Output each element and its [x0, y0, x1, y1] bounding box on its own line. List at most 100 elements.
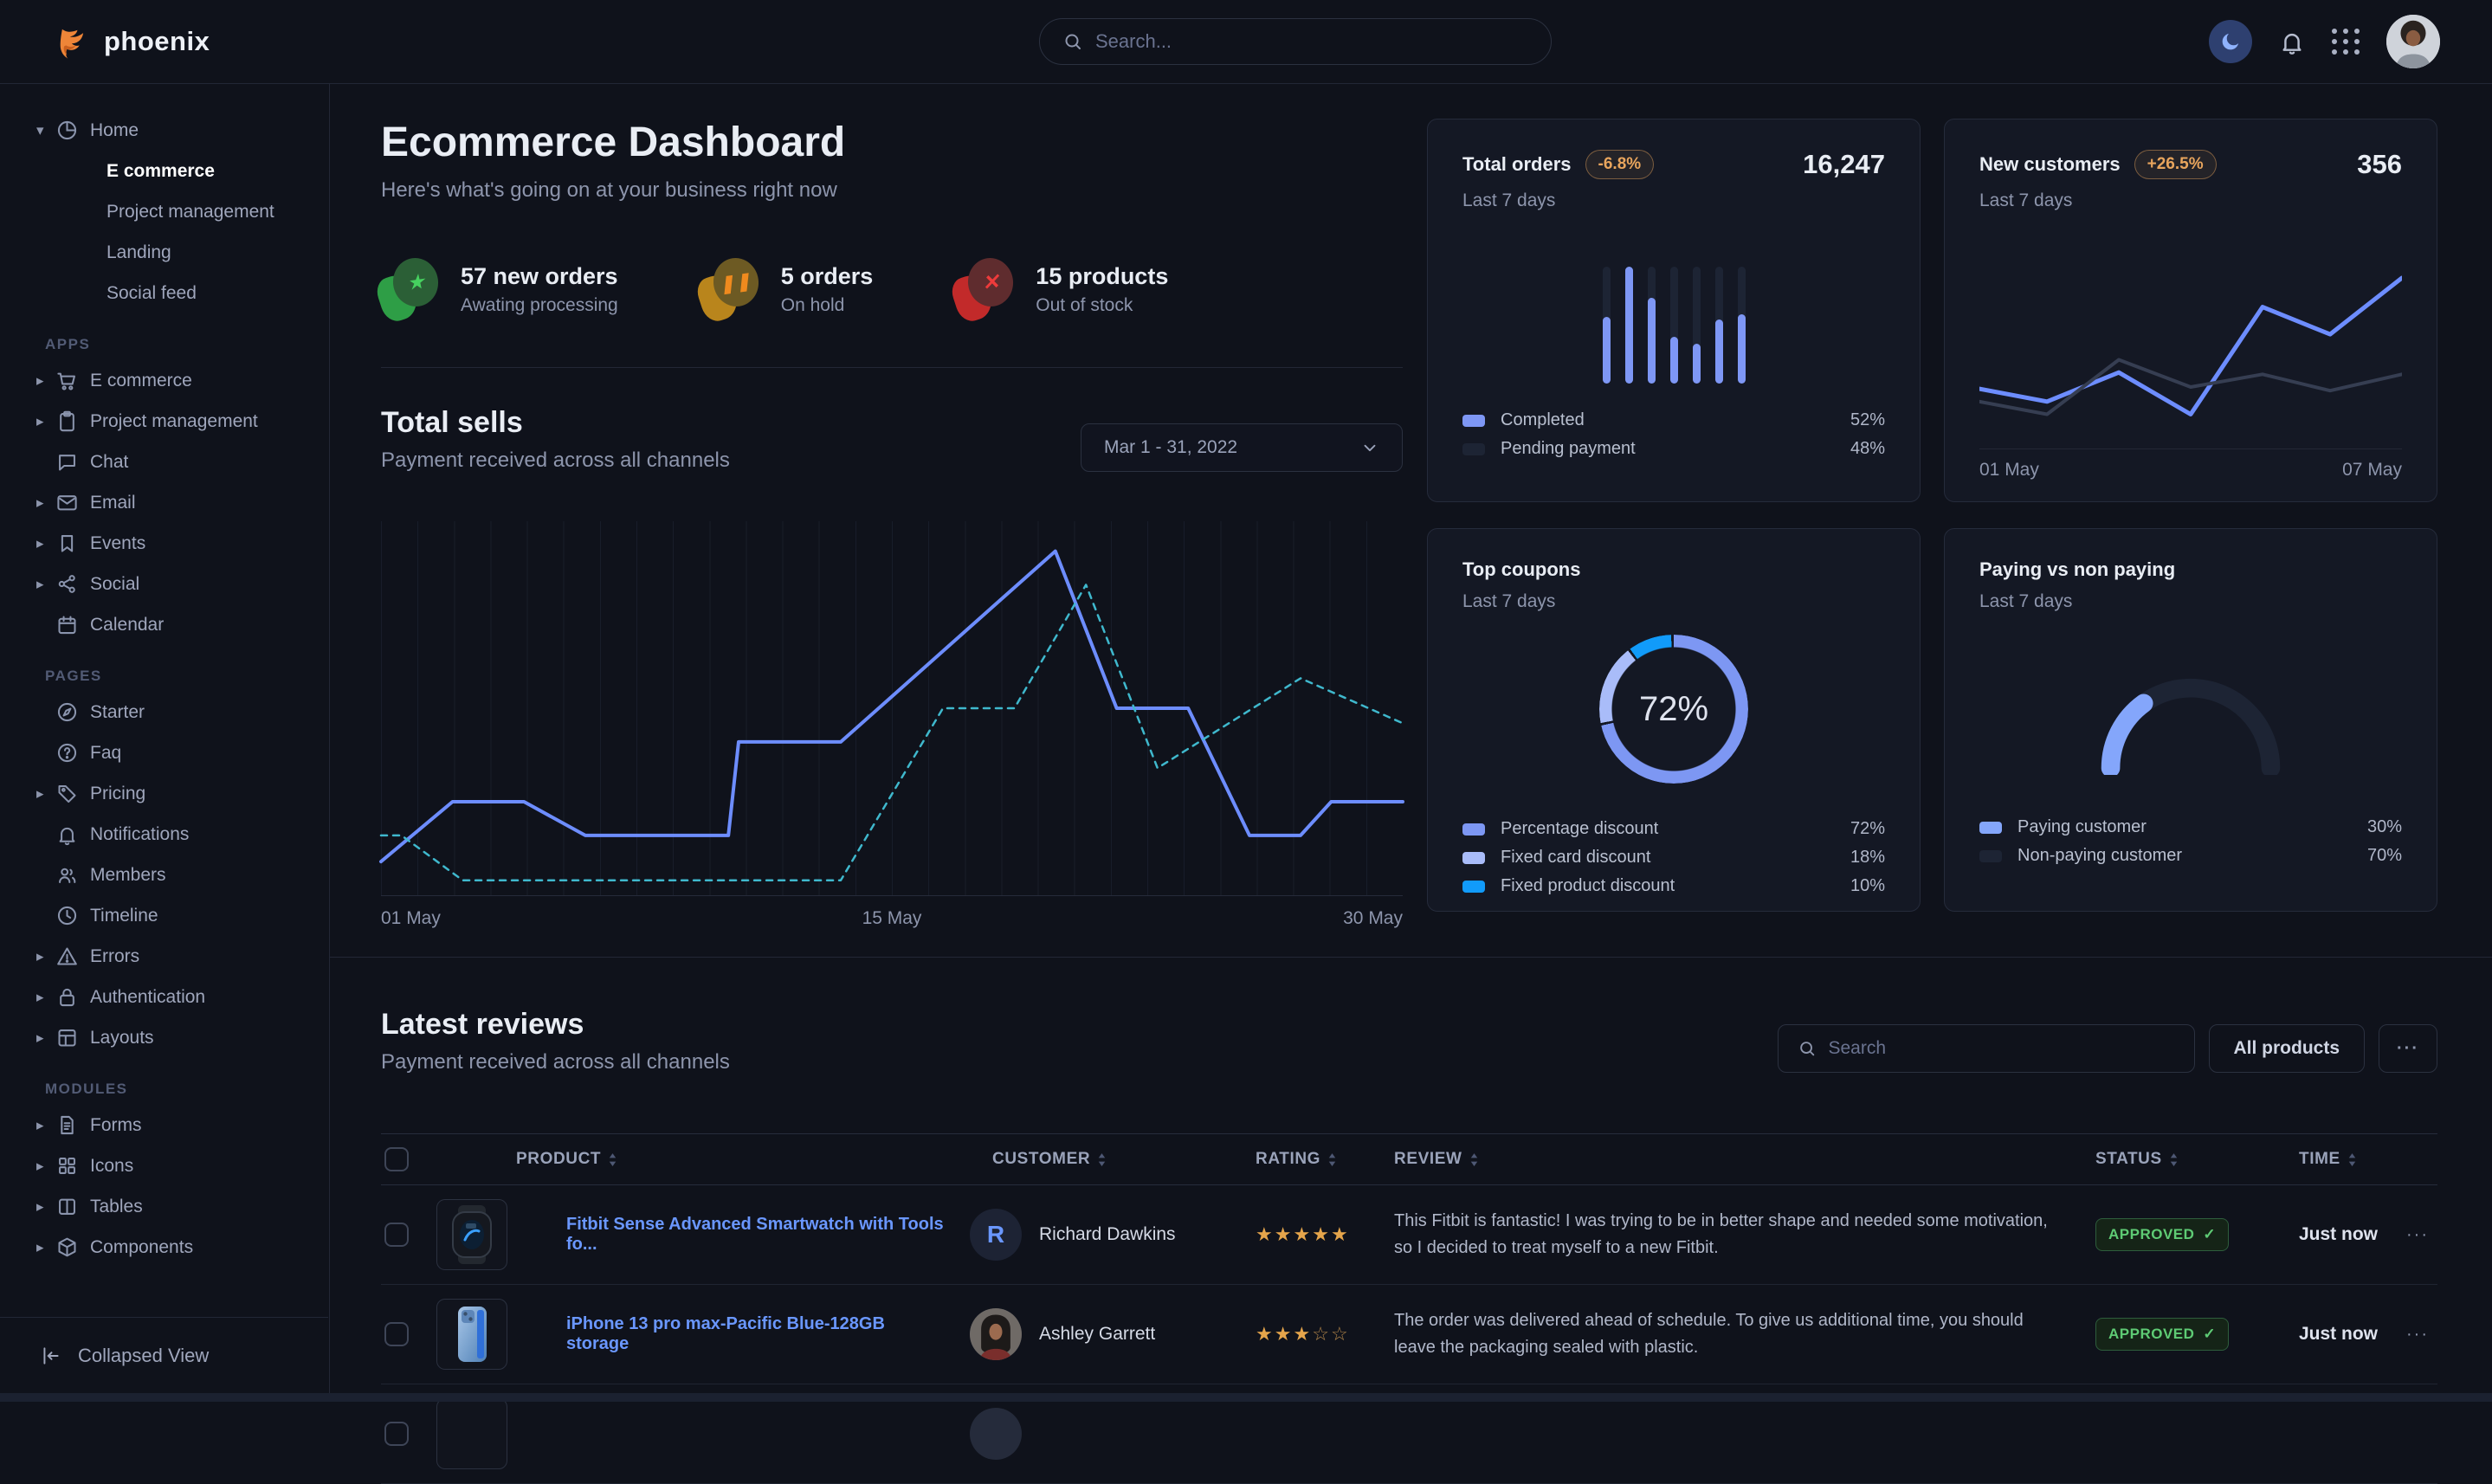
brand-logo[interactable]: phoenix — [54, 23, 210, 61]
table-header: PRODUCT CUSTOMER RATING REVIEW STATUS — [381, 1133, 2437, 1185]
row-actions-button[interactable]: ··· — [2406, 1325, 2437, 1345]
rating-stars: ★★★☆☆ — [1256, 1323, 1394, 1345]
user-avatar[interactable] — [2386, 15, 2440, 68]
select-all-checkbox[interactable] — [384, 1147, 409, 1171]
row-checkbox[interactable] — [384, 1322, 409, 1346]
sidebar-item-ecommerce-home[interactable]: E commerce — [0, 151, 329, 191]
table-row: Fitbit Sense Advanced Smartwatch with To… — [381, 1185, 2437, 1285]
sidebar-item-home[interactable]: ▾ Home — [0, 110, 329, 151]
theme-toggle-button[interactable] — [2209, 20, 2252, 63]
review-time: Just now — [2299, 1224, 2406, 1245]
product-link[interactable]: Fitbit Sense Advanced Smartwatch with To… — [566, 1215, 970, 1255]
sidebar-item-layouts[interactable]: ▸ Layouts — [0, 1017, 329, 1058]
customer-avatar-initial[interactable]: R — [970, 1209, 1022, 1261]
sidebar-item-authentication[interactable]: ▸ Authentication — [0, 977, 329, 1017]
trend-badge: -6.8% — [1585, 150, 1655, 179]
sidebar-item-chat[interactable]: Chat — [0, 442, 329, 482]
rating-stars: ★★★★★ — [1256, 1223, 1394, 1246]
sidebar-item-calendar[interactable]: Calendar — [0, 604, 329, 645]
warning-triangle-icon — [55, 945, 90, 968]
review-text: This Fitbit is fantastic! I was trying t… — [1394, 1208, 2095, 1261]
chevron-right-icon: ▸ — [36, 1198, 55, 1216]
moon-icon — [2219, 30, 2242, 53]
search-input[interactable] — [1095, 30, 1528, 53]
column-header-product[interactable]: PRODUCT — [436, 1150, 970, 1169]
reviews-search[interactable] — [1778, 1024, 2195, 1073]
page-subtitle: Here's what's going on at your business … — [381, 178, 1403, 203]
sidebar-item-label: Home — [90, 120, 139, 141]
calendar-icon — [55, 613, 90, 636]
sidebar-item-members[interactable]: Members — [0, 855, 329, 895]
grid-squares-icon — [55, 1154, 90, 1178]
sidebar-item-ecommerce-app[interactable]: ▸ E commerce — [0, 360, 329, 401]
collapse-sidebar-button[interactable]: Collapsed View — [0, 1317, 328, 1393]
legend-item: Completed 52% — [1462, 406, 1885, 435]
check-icon: ✓ — [2203, 1326, 2216, 1343]
chevron-right-icon: ▸ — [36, 785, 55, 803]
chevron-right-icon: ▸ — [36, 1239, 55, 1256]
horizontal-scrollbar[interactable] — [0, 1393, 2492, 1402]
chat-bubble-icon — [55, 450, 90, 474]
users-icon — [55, 863, 90, 887]
customer-avatar-photo[interactable] — [970, 1308, 1022, 1360]
ellipsis-icon: ··· — [2397, 1039, 2419, 1059]
apps-grid-icon[interactable] — [2332, 29, 2360, 55]
legend-item: Percentage discount 72% — [1462, 815, 1885, 843]
sidebar-item-project-management-app[interactable]: ▸ Project management — [0, 401, 329, 442]
sidebar-item-faq[interactable]: Faq — [0, 732, 329, 773]
chevron-right-icon: ▸ — [36, 494, 55, 512]
sidebar-item-email[interactable]: ▸ Email — [0, 482, 329, 523]
global-search[interactable] — [1039, 18, 1552, 65]
sort-icon — [1327, 1152, 1337, 1167]
chevron-right-icon: ▸ — [36, 413, 55, 430]
sidebar-item-events[interactable]: ▸ Events — [0, 523, 329, 564]
sidebar-item-tables[interactable]: ▸ Tables — [0, 1186, 329, 1227]
product-link[interactable]: iPhone 13 pro max-Pacific Blue-128GB sto… — [566, 1314, 970, 1354]
product-thumbnail[interactable] — [436, 1398, 507, 1469]
sidebar-item-notifications[interactable]: Notifications — [0, 814, 329, 855]
notifications-bell-icon[interactable] — [2278, 28, 2306, 55]
share-nodes-icon — [55, 572, 90, 596]
row-checkbox[interactable] — [384, 1223, 409, 1247]
customer-avatar[interactable] — [970, 1408, 1022, 1460]
sidebar-item-landing[interactable]: Landing — [0, 232, 329, 273]
column-header-rating[interactable]: RATING — [1256, 1150, 1394, 1169]
chevron-right-icon: ▸ — [36, 576, 55, 593]
main-content: Ecommerce Dashboard Here's what's going … — [330, 84, 2492, 1402]
chevron-right-icon: ▸ — [36, 372, 55, 390]
column-header-status[interactable]: STATUS — [2095, 1150, 2299, 1169]
column-header-customer[interactable]: CUSTOMER — [970, 1150, 1256, 1169]
sidebar-item-forms[interactable]: ▸ Forms — [0, 1105, 329, 1145]
sidebar-item-social-feed[interactable]: Social feed — [0, 273, 329, 313]
column-header-review[interactable]: REVIEW — [1394, 1150, 2095, 1169]
sidebar-item-icons[interactable]: ▸ Icons — [0, 1145, 329, 1186]
stat-orders-on-hold: ❚❚ 5 orders On hold — [701, 258, 874, 320]
more-options-button[interactable]: ··· — [2379, 1024, 2437, 1073]
sidebar-item-errors[interactable]: ▸ Errors — [0, 936, 329, 977]
row-actions-button[interactable]: ··· — [2406, 1225, 2437, 1245]
sidebar-item-project-management-home[interactable]: Project management — [0, 191, 329, 232]
top-coupons-donut-chart: 72% — [1599, 635, 1748, 784]
review-time: Just now — [2299, 1324, 2406, 1345]
product-thumbnail-iphone[interactable] — [436, 1299, 507, 1370]
sidebar-item-social[interactable]: ▸ Social — [0, 564, 329, 604]
column-header-time[interactable]: TIME — [2299, 1150, 2406, 1169]
compass-icon — [55, 700, 90, 724]
latest-reviews-section: Latest reviews Payment received across a… — [330, 957, 2492, 1484]
on-hold-pause-icon: ❚❚ — [701, 258, 759, 320]
clipboard-icon — [55, 410, 90, 433]
all-products-button[interactable]: All products — [2209, 1024, 2366, 1073]
row-checkbox[interactable] — [384, 1422, 409, 1446]
sidebar-item-timeline[interactable]: Timeline — [0, 895, 329, 936]
question-circle-icon — [55, 741, 90, 765]
sidebar-item-starter[interactable]: Starter — [0, 692, 329, 732]
lock-icon — [55, 985, 90, 1009]
sidebar-item-pricing[interactable]: ▸ Pricing — [0, 773, 329, 814]
product-thumbnail-smartwatch[interactable] — [436, 1199, 507, 1270]
date-range-select[interactable]: Mar 1 - 31, 2022 — [1081, 423, 1403, 472]
reviews-search-input[interactable] — [1829, 1038, 2175, 1059]
sidebar: ▾ Home E commerce Project management Lan… — [0, 84, 330, 1393]
section-divider — [381, 367, 1403, 368]
sidebar-item-components[interactable]: ▸ Components — [0, 1227, 329, 1268]
tag-icon — [55, 782, 90, 805]
